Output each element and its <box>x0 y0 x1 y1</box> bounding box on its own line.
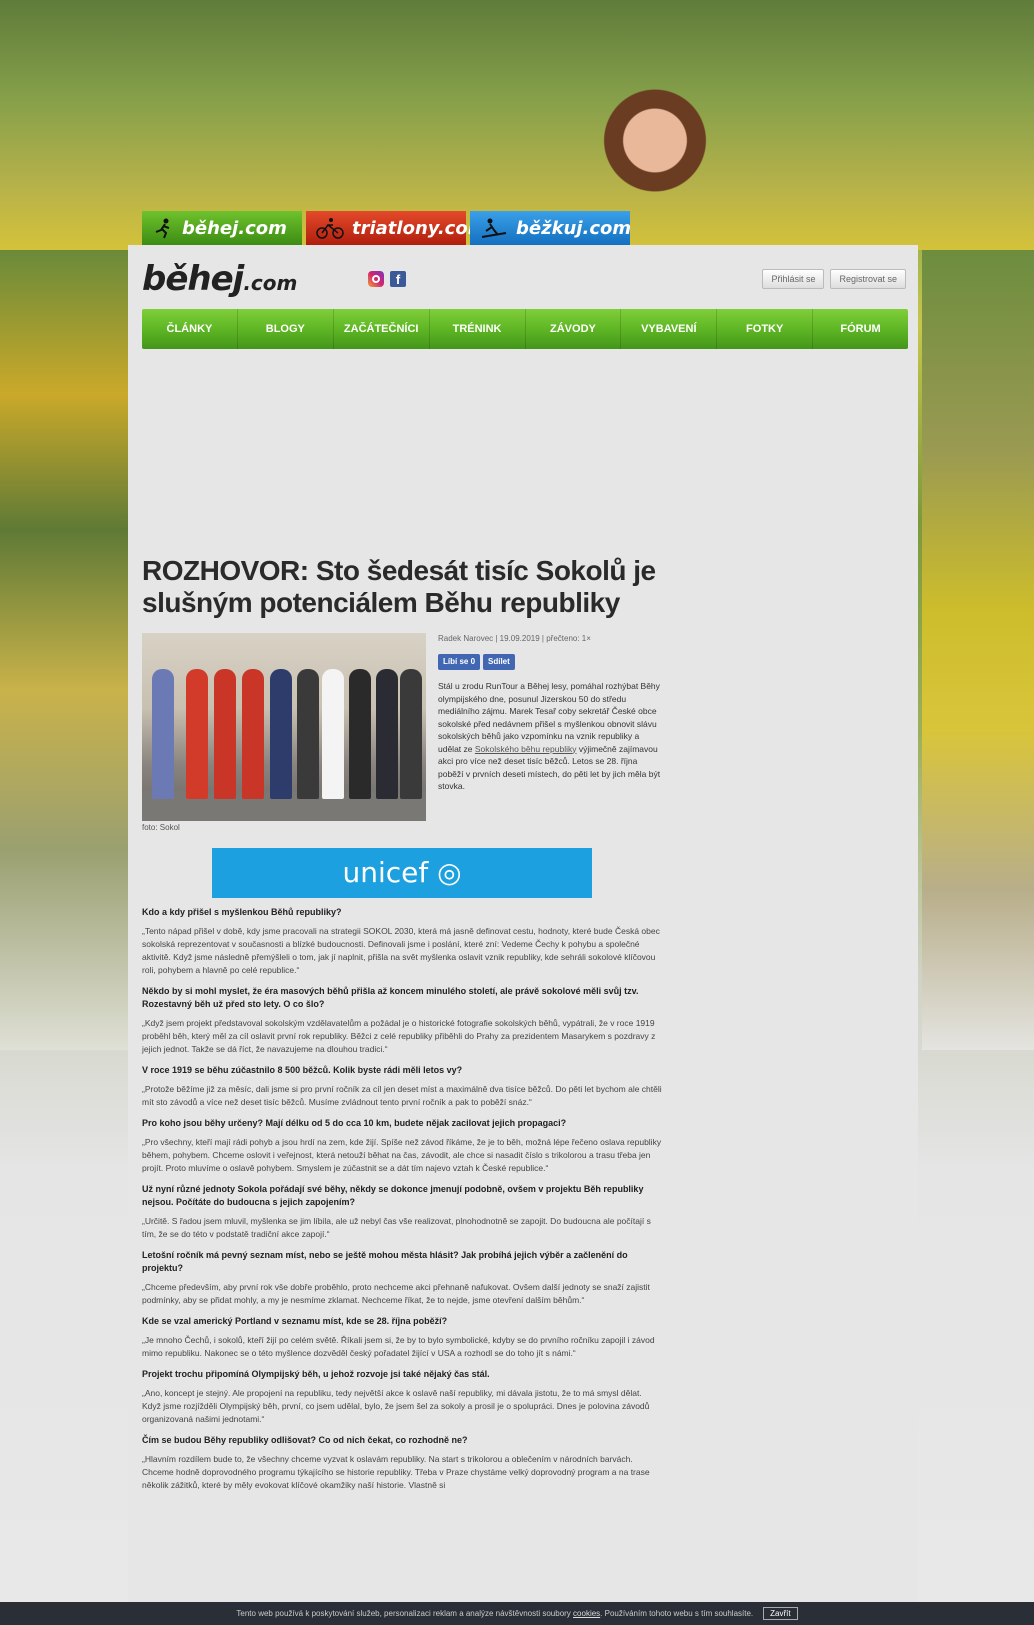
site-tab-label: triatlony.com <box>352 217 487 239</box>
answer: „Chceme především, aby první rok vše dob… <box>142 1282 650 1305</box>
site-switcher: běhej.com triatlony.com běžkuj.com <box>142 211 632 245</box>
social-links: f <box>368 271 406 287</box>
site-tab-triatlony[interactable]: triatlony.com <box>306 211 486 245</box>
background-left <box>0 250 130 1050</box>
answer: „Když jsem projekt představoval sokolský… <box>142 1018 656 1054</box>
lead-link[interactable]: Sokolského běhu republiky <box>475 744 577 754</box>
runner-icon <box>155 218 170 239</box>
facebook-icon[interactable]: f <box>390 271 406 287</box>
nav-item-vybaveni[interactable]: VYBAVENÍ <box>621 309 718 349</box>
question: Pro koho jsou běhy určeny? Mají délku od… <box>142 1118 567 1128</box>
question: Někdo by si mohl myslet, že éra masových… <box>142 986 639 1009</box>
skier-icon <box>481 218 507 238</box>
nav-item-clanky[interactable]: ČLÁNKY <box>142 309 238 349</box>
cyclist-icon <box>316 218 344 239</box>
share-button[interactable]: Sdílet <box>483 653 515 670</box>
question: Čím se budou Běhy republiky odlišovat? C… <box>142 1435 468 1445</box>
nav-item-forum[interactable]: FÓRUM <box>813 309 908 349</box>
article-title: ROZHOVOR: Sto šedesát tisíc Sokolů je sl… <box>142 555 656 618</box>
facebook-buttons: Líbí se 0 Sdílet <box>438 653 662 670</box>
answer: „Pro všechny, kteří mají rádi pohyb a js… <box>142 1137 662 1173</box>
lead-text-block: Radek Narovec | 19.09.2019 | přečteno: 1… <box>438 633 662 832</box>
main-panel: běhej.com f Přihlásit se Registrovat se … <box>128 245 918 1625</box>
site-logo[interactable]: běhej.com <box>142 259 297 299</box>
question: Kdo a kdy přišel s myšlenkou Běhů republ… <box>142 907 342 917</box>
answer: „Je mnoho Čechů, i sokolů, kteří žijí po… <box>142 1335 655 1358</box>
nav-item-blogy[interactable]: BLOGY <box>238 309 334 349</box>
answer: „Hlavním rozdílem bude to, že všechny ch… <box>142 1454 650 1490</box>
like-button[interactable]: Líbí se 0 <box>438 653 481 670</box>
register-button[interactable]: Registrovat se <box>830 269 906 289</box>
answer: „Protože běžíme již za měsíc, dali jsme … <box>142 1084 662 1107</box>
cookie-text-end: . Používáním tohoto webu s tím souhlasít… <box>600 1609 754 1618</box>
site-tab-label: běžkuj.com <box>516 217 632 239</box>
unicef-banner[interactable]: unicef ◎ <box>212 848 592 898</box>
interview: Kdo a kdy přišel s myšlenkou Běhů republ… <box>142 906 662 1492</box>
site-tab-behej[interactable]: běhej.com <box>142 211 302 245</box>
cookie-link[interactable]: cookies <box>573 1609 600 1618</box>
question: Projekt trochu připomíná Olympijský běh,… <box>142 1369 490 1379</box>
background-right <box>922 250 1034 1050</box>
article-meta: Radek Narovec | 19.09.2019 | přečteno: 1… <box>438 634 591 643</box>
answer: „Ano, koncept je stejný. Ale propojení n… <box>142 1388 650 1424</box>
question: Kde se vzal americký Portland v seznamu … <box>142 1316 448 1326</box>
nav-item-trenink[interactable]: TRÉNINK <box>430 309 526 349</box>
question: V roce 1919 se běhu zúčastnilo 8 500 běž… <box>142 1065 463 1075</box>
article-photo[interactable] <box>142 633 426 821</box>
article-lead: foto: Sokol Radek Narovec | 19.09.2019 |… <box>142 633 662 832</box>
nav-item-zacatecnici[interactable]: ZAČÁTEČNÍCI <box>334 309 430 349</box>
cookie-close-button[interactable]: Zavřít <box>763 1607 798 1620</box>
cookie-text: Tento web používá k poskytování služeb, … <box>236 1609 571 1618</box>
question: Letošní ročník má pevný seznam míst, neb… <box>142 1250 628 1273</box>
cookie-bar: Tento web používá k poskytování služeb, … <box>0 1602 1034 1625</box>
article: ROZHOVOR: Sto šedesát tisíc Sokolů je sl… <box>142 555 662 1492</box>
answer: „Tento nápad přišel v době, kdy jsme pra… <box>142 926 660 975</box>
photo-caption: foto: Sokol <box>142 823 180 832</box>
instagram-icon[interactable] <box>368 271 384 287</box>
account-actions: Přihlásit se Registrovat se <box>762 269 906 289</box>
main-nav: ČLÁNKY BLOGY ZAČÁTEČNÍCI TRÉNINK ZÁVODY … <box>142 309 908 349</box>
site-header: běhej.com f Přihlásit se Registrovat se <box>128 245 918 313</box>
answer: „Určitě. S řadou jsem mluvil, myšlenka s… <box>142 1216 651 1239</box>
nav-item-fotky[interactable]: FOTKY <box>717 309 814 349</box>
nav-item-zavody[interactable]: ZÁVODY <box>526 309 622 349</box>
question: Už nyní různé jednoty Sokola pořádají sv… <box>142 1184 644 1207</box>
site-tab-label: běhej.com <box>182 217 287 239</box>
login-button[interactable]: Přihlásit se <box>762 269 825 289</box>
site-tab-bezkuj[interactable]: běžkuj.com <box>470 211 632 245</box>
